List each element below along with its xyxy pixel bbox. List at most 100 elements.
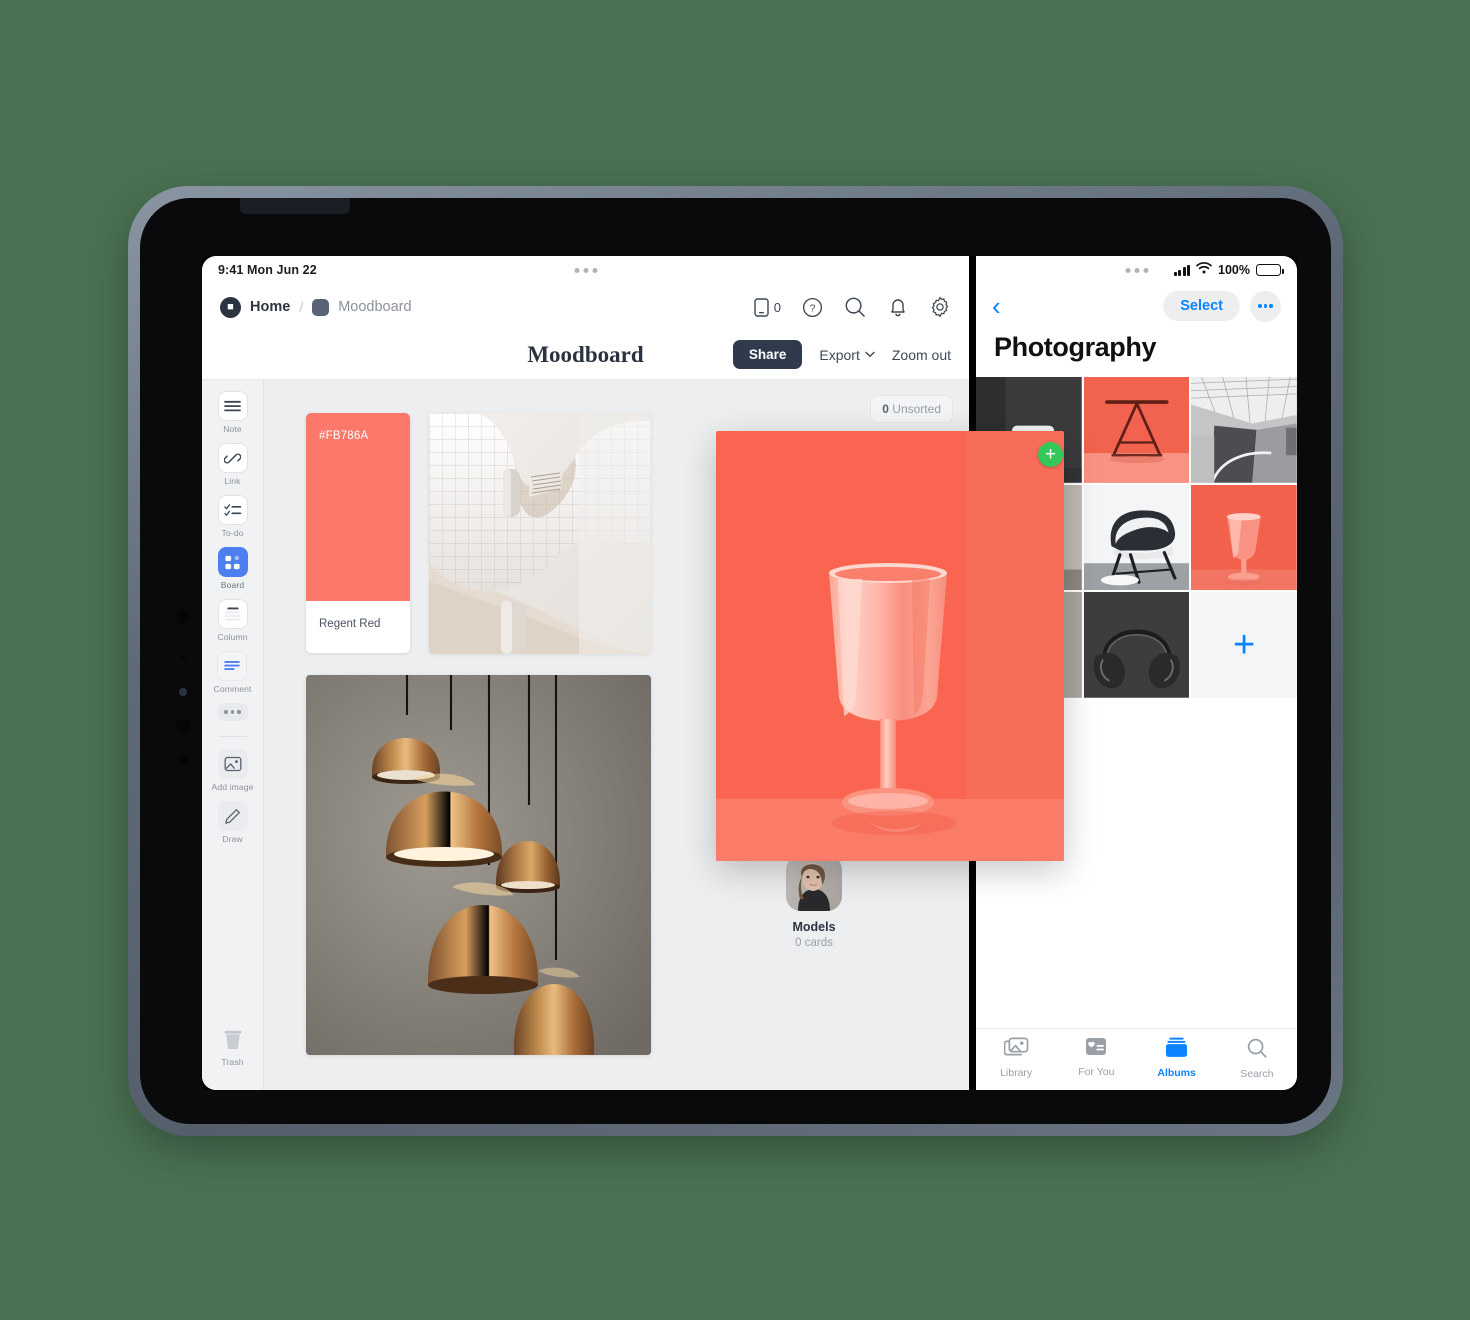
tablet-screen: 9:41 Mon Jun 22 ■ Home / Moodboard 0 ? M…	[202, 256, 1297, 1090]
settings-icon[interactable]	[929, 296, 951, 318]
more-icon	[217, 703, 248, 721]
color-swatch-card[interactable]: #FB786A Regent Red	[306, 413, 410, 653]
photo-thumb-coral-wine-glass[interactable]	[1191, 484, 1297, 591]
photo-thumb-coral-table[interactable]	[1083, 377, 1190, 483]
models-folder-count: 0 cards	[795, 937, 833, 949]
device-preview-button[interactable]: 0	[754, 297, 781, 317]
board-actions: Share Export Zoom out	[732, 340, 951, 369]
export-button[interactable]: Export	[819, 346, 875, 363]
search-icon	[1246, 1037, 1268, 1064]
sidebar-item-label: To-do	[221, 528, 244, 538]
left-status-bar: 9:41 Mon Jun 22	[202, 256, 969, 284]
cellular-signal-icon	[1173, 264, 1191, 276]
unsorted-badge[interactable]: 0 Unsorted	[870, 395, 953, 423]
top-notch	[240, 198, 350, 214]
photo-thumb-headphones[interactable]	[1083, 592, 1190, 699]
moodboard-top-bar: ■ Home / Moodboard 0 ?	[202, 284, 969, 330]
export-label: Export	[819, 346, 860, 363]
sidebar-item-board[interactable]: Board	[217, 547, 248, 590]
sidebar-item-column[interactable]: Column	[217, 599, 248, 642]
column-icon	[217, 599, 248, 629]
battery-percent-label: 100%	[1218, 263, 1250, 277]
sidebar-item-label: Trash	[221, 1057, 244, 1067]
color-hex-label: #FB786A	[319, 430, 369, 442]
chevron-left-icon[interactable]: ‹	[992, 293, 1001, 319]
sidebar-item-more[interactable]	[217, 703, 248, 721]
albums-icon	[1165, 1037, 1188, 1063]
notifications-icon[interactable]	[888, 297, 908, 318]
pendant-lamps-photo-card[interactable]	[306, 675, 651, 1055]
sidebar-divider	[218, 736, 247, 737]
ellipsis-icon[interactable]	[1250, 290, 1281, 322]
architecture-photo-card[interactable]	[429, 413, 651, 654]
help-icon[interactable]: ?	[802, 297, 823, 318]
tab-albums[interactable]: Albums	[1137, 1037, 1217, 1079]
tab-label: For You	[1078, 1066, 1115, 1078]
app-logo-icon[interactable]: ■	[220, 296, 241, 318]
sidebar-item-label: Note	[223, 424, 242, 434]
secondary-camera-icon	[176, 718, 191, 733]
photo-thumb-eames-chair[interactable]	[1083, 484, 1190, 591]
breadcrumb-home-link[interactable]: Home	[250, 299, 290, 315]
add-photo-button[interactable]: +	[1191, 592, 1297, 698]
color-swatch: #FB786A	[306, 413, 410, 601]
photo-coral-table	[1083, 377, 1190, 483]
device-count-label: 0	[773, 299, 781, 315]
dragged-photo-card[interactable]	[716, 431, 1064, 861]
tertiary-sensor-icon	[178, 754, 189, 765]
breadcrumb-board-link[interactable]: Moodboard	[338, 299, 411, 315]
sidebar-item-label: Link	[224, 476, 241, 486]
board-thumbnail-icon	[312, 298, 330, 316]
link-icon	[217, 443, 248, 473]
top-bar-icon-group: 0 ?	[754, 296, 951, 319]
coral-wine-glass-photo	[716, 431, 1064, 861]
photo-coral-wine-glass	[1191, 484, 1297, 591]
sidebar-item-label: Board	[220, 580, 245, 590]
wifi-icon	[1196, 261, 1212, 279]
tablet-device-frame: 9:41 Mon Jun 22 ■ Home / Moodboard 0 ? M…	[128, 186, 1343, 1136]
sidebar-item-link[interactable]: Link	[217, 443, 248, 486]
photo-eames-chair	[1083, 484, 1190, 591]
sidebar-item-label: Draw	[222, 834, 243, 844]
multitasking-handle-photos[interactable]	[1125, 268, 1148, 273]
tab-for-you[interactable]: For You	[1056, 1037, 1136, 1078]
tools-sidebar: Note Link To-do Board Column Comment Add…	[202, 380, 264, 1090]
sidebar-item-label: Column	[217, 632, 248, 642]
select-button[interactable]: Select	[1163, 291, 1240, 321]
moodboard-title-row: Moodboard Share Export Zoom out	[202, 330, 969, 380]
search-icon[interactable]	[844, 296, 867, 319]
tab-search[interactable]: Search	[1217, 1037, 1297, 1080]
sensor-dot-icon	[181, 656, 186, 661]
tab-label: Albums	[1157, 1067, 1196, 1079]
photo-headphones	[1083, 592, 1190, 699]
sidebar-item-todo[interactable]: To-do	[217, 495, 248, 538]
photo-thumb-architecture-corridor[interactable]	[1191, 377, 1297, 483]
architecture-photo	[429, 413, 651, 654]
sidebar-item-draw[interactable]: Draw	[217, 801, 248, 844]
battery-icon	[1256, 264, 1284, 276]
share-button[interactable]: Share	[732, 340, 803, 369]
note-icon	[217, 391, 248, 421]
plus-icon: +	[1233, 624, 1256, 667]
sidebar-item-comment[interactable]: Comment	[214, 651, 252, 694]
zoom-out-button[interactable]: Zoom out	[892, 347, 951, 363]
add-to-board-badge[interactable]: +	[1038, 442, 1063, 467]
board-icon	[217, 547, 248, 577]
models-folder[interactable]: Models 0 cards	[770, 855, 858, 949]
comment-icon	[217, 651, 248, 681]
models-folder-name: Models	[792, 920, 836, 934]
sidebar-item-note[interactable]: Note	[217, 391, 248, 434]
photos-nav-bar: ‹ Select	[976, 284, 1297, 328]
trash-icon	[218, 1024, 248, 1054]
breadcrumb: ■ Home / Moodboard	[220, 296, 412, 318]
pendant-lamps-photo	[306, 675, 651, 1055]
sidebar-item-trash[interactable]: Trash	[218, 1024, 248, 1067]
tab-library[interactable]: Library	[976, 1037, 1056, 1079]
draw-icon	[217, 801, 248, 831]
device-icon	[754, 297, 769, 317]
sidebar-item-label: Add image	[211, 782, 254, 792]
breadcrumb-separator: /	[299, 299, 304, 315]
multitasking-handle[interactable]	[574, 268, 597, 273]
todo-icon	[217, 495, 248, 525]
sidebar-item-add-image[interactable]: Add image	[212, 749, 254, 792]
